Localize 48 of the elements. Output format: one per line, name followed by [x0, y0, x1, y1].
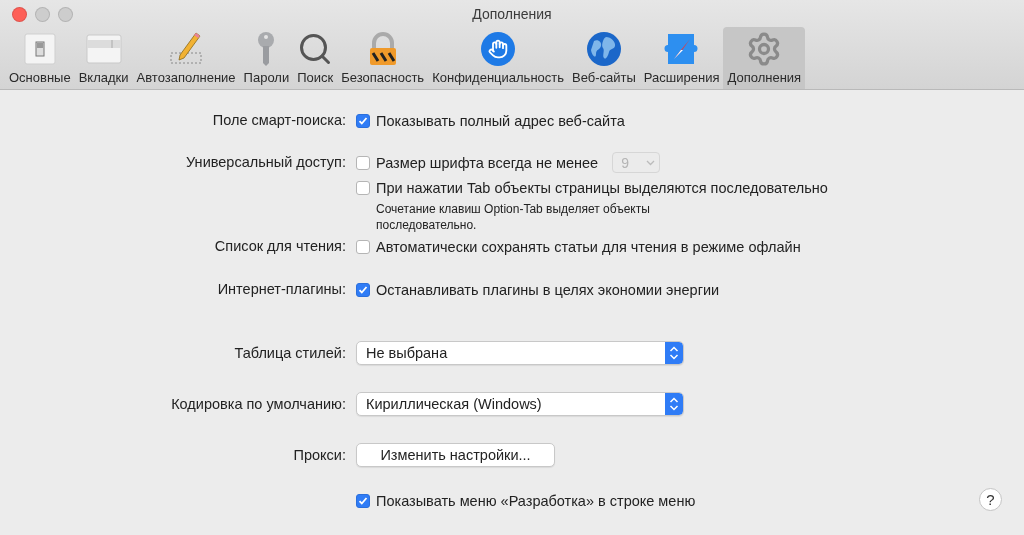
popup-menu[interactable]: Не выбрана — [356, 341, 684, 365]
setting-label: Таблица стилей: — [234, 344, 346, 363]
toolbar-tab[interactable]: Безопасность — [337, 27, 429, 89]
hand-icon — [480, 31, 517, 67]
checkbox[interactable] — [356, 180, 370, 195]
pencil-icon — [168, 31, 205, 67]
setting-label: Универсальный доступ: — [186, 153, 346, 172]
checkbox-label: Останавливать плагины в целях экономии энергии — [376, 281, 720, 298]
checkmark-icon — [358, 495, 368, 506]
chevron-down-icon — [646, 159, 656, 166]
setting-label: Поле смарт-поиска: — [212, 111, 346, 130]
checkbox[interactable] — [356, 493, 370, 508]
settings-button[interactable]: Изменить настройки... — [356, 443, 555, 467]
checkbox[interactable] — [356, 239, 370, 254]
toolbar-tab[interactable]: Вкладки — [74, 27, 133, 89]
checkbox[interactable] — [356, 113, 370, 128]
toolbar-tab[interactable]: Веб-сайты — [568, 27, 640, 89]
hint-text: Сочетание клавиш Option-Tab выделяет объекты последовательно. — [375, 201, 651, 233]
setting-label: Интернет-плагины: — [217, 280, 346, 299]
tabs-icon — [85, 31, 122, 67]
globe-icon — [585, 31, 622, 67]
toolbar-tab[interactable]: Пароли — [239, 27, 294, 89]
toolbar-tab[interactable]: Расширения — [639, 27, 724, 89]
checkbox[interactable] — [356, 155, 370, 170]
toolbar-tab[interactable]: Конфиденциальность — [428, 27, 569, 89]
stepper-arrows-icon — [665, 342, 683, 364]
toolbar-tab[interactable]: Поиск — [293, 27, 338, 89]
setting-label: Прокси: — [293, 446, 346, 465]
toolbar-tab[interactable]: Основные — [5, 27, 75, 89]
window-title: Дополнения — [472, 5, 552, 22]
checkbox-label: При нажатии Tab объекты страницы выделяются последовательно — [376, 179, 828, 196]
checkbox-label: Размер шрифта всегда не менее — [376, 154, 599, 171]
checkmark-icon — [358, 115, 368, 126]
window-controls-drawing[interactable] — [12, 7, 73, 22]
checkbox[interactable] — [356, 282, 370, 297]
checkbox-label: Автоматически сохранять статьи для чтения в режиме офлайн — [376, 238, 801, 255]
setting-label: Список для чтения: — [214, 237, 346, 256]
switch-icon — [21, 31, 58, 67]
checkbox-label: Показывать полный адрес веб-сайта — [376, 112, 625, 129]
toolbar-tab[interactable]: Автозаполнение — [132, 27, 240, 89]
checkmark-icon — [358, 284, 368, 295]
toolbar-tab[interactable]: Дополнения — [723, 27, 806, 89]
puzzle-compass-icon — [663, 31, 700, 67]
setting-label: Кодировка по умолчанию: — [171, 395, 346, 414]
checkbox-label: Показывать меню «Разработка» в строке меню — [376, 492, 696, 509]
help-button[interactable]: ? — [979, 488, 1002, 511]
popup-menu[interactable]: Кириллическая (Windows) — [356, 392, 684, 416]
stepper-arrows-icon — [665, 393, 683, 415]
